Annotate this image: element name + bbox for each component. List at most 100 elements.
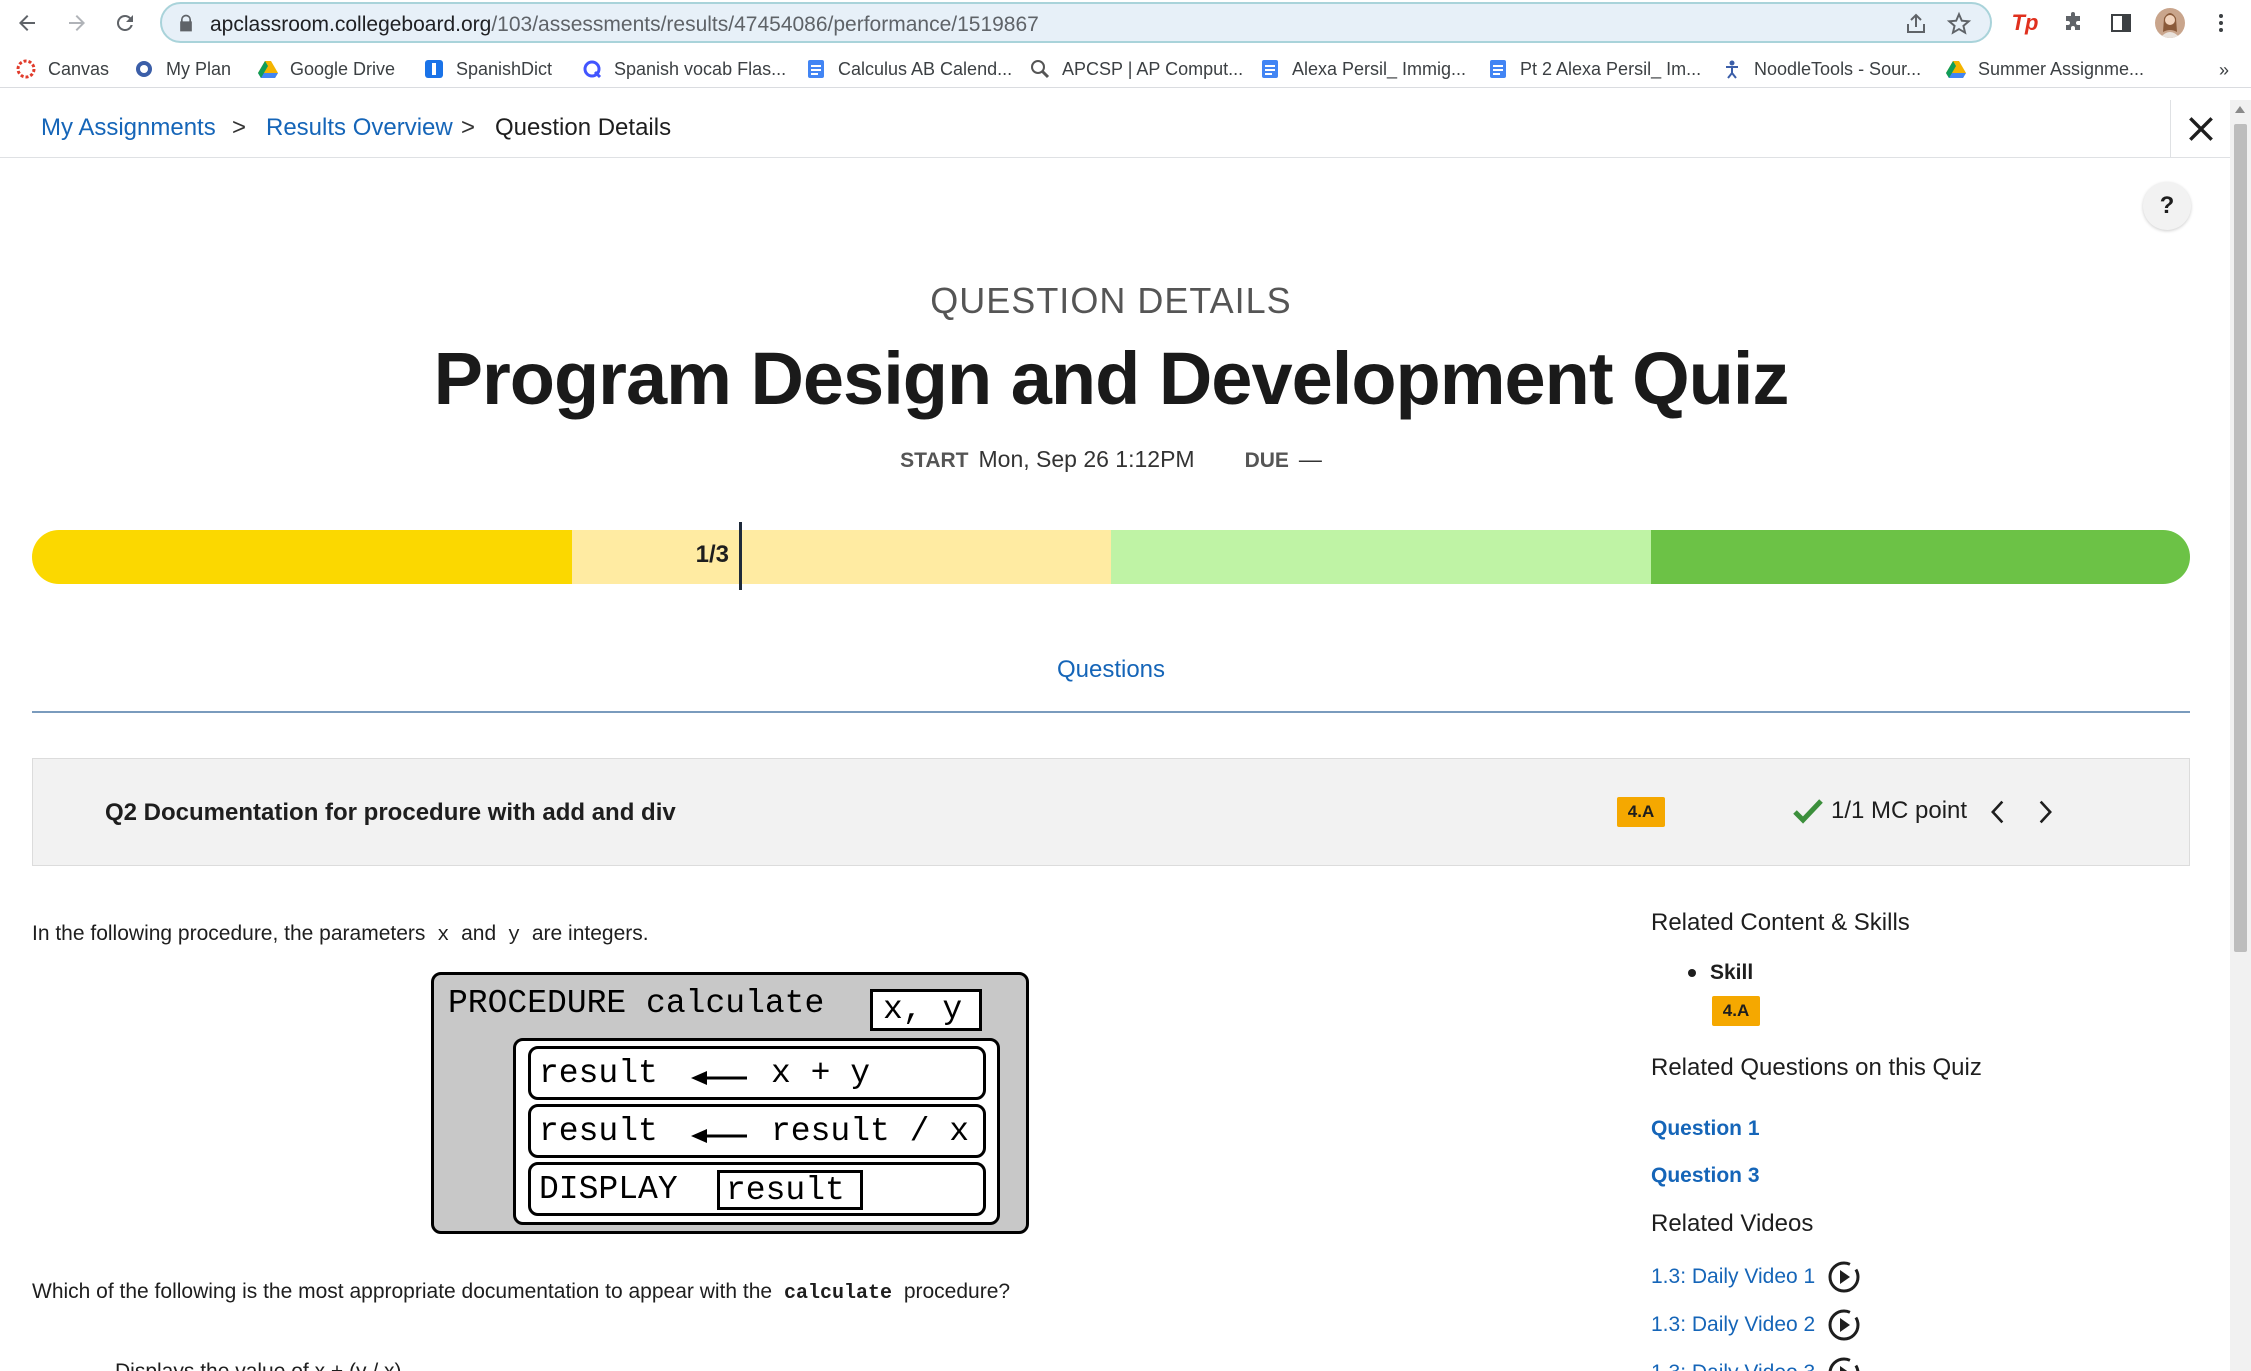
next-question-button[interactable]: [2030, 795, 2060, 829]
related-questions-heading: Related Questions on this Quiz: [1651, 1054, 1982, 1081]
bookmark-noodletools[interactable]: NoodleTools - Sour...: [1722, 56, 1921, 82]
back-button[interactable]: [10, 6, 44, 40]
bookmark-canvas[interactable]: Canvas: [16, 56, 109, 82]
statement-assign-1: result x + y: [528, 1046, 986, 1100]
start-value: Mon, Sep 26 1:12PM: [978, 446, 1195, 472]
forward-button[interactable]: [60, 6, 94, 40]
assign-target: result: [539, 1055, 658, 1092]
prompt-text: procedure?: [903, 1280, 1011, 1303]
close-icon: [2188, 117, 2213, 141]
breadcrumb-my-assignments[interactable]: My Assignments: [41, 114, 216, 142]
apcsp-icon: [1031, 60, 1050, 79]
arrow-left-icon: [19, 15, 35, 31]
bookmark-label: Canvas: [48, 58, 110, 79]
reload-icon: [116, 14, 133, 31]
bookmark-spanishdict[interactable]: SpanishDict: [424, 56, 552, 82]
performance-bar: [32, 530, 2190, 584]
related-video-link-2[interactable]: 1.3: Daily Video 2: [1651, 1308, 1861, 1342]
assign-expression: result / x: [771, 1113, 970, 1150]
breadcrumb-question-details: Question Details: [495, 114, 672, 141]
answer-option-partial[interactable]: Displays the value of x + (y / x): [115, 1360, 402, 1371]
bookmark-alexa-immig[interactable]: Alexa Persil_ Immig...: [1260, 56, 1466, 82]
reload-button[interactable]: [108, 6, 142, 40]
help-button[interactable]: ?: [2143, 182, 2191, 230]
browser-menu-icon[interactable]: [2206, 8, 2236, 38]
related-question-link-3[interactable]: Question 3: [1651, 1164, 1760, 1188]
share-icon[interactable]: [1904, 12, 1928, 36]
tab-bar: Questions: [32, 648, 2190, 713]
due-value: —: [1298, 446, 1322, 472]
procedure-name: calculate: [646, 985, 825, 1022]
display-argument: result: [717, 1170, 863, 1210]
profile-avatar[interactable]: [2155, 8, 2185, 38]
prompt-text: Which of the following is the most appro…: [32, 1280, 773, 1303]
statement-display: DISPLAY result: [528, 1162, 986, 1216]
play-circle-icon: [1828, 1309, 1860, 1341]
page-scrollbar[interactable]: [2230, 100, 2251, 1371]
scroll-up-arrow-icon[interactable]: [2235, 106, 2245, 113]
related-video-link-1[interactable]: 1.3: Daily Video 1: [1651, 1260, 1861, 1294]
bookmark-label: My Plan: [166, 58, 232, 79]
play-circle-icon: [1828, 1261, 1860, 1293]
related-question-link-1[interactable]: Question 1: [1651, 1117, 1760, 1141]
side-panel-icon[interactable]: [2106, 8, 2136, 38]
bullet-icon: [1688, 969, 1696, 977]
statement-assign-2: result result / x: [528, 1104, 986, 1158]
breadcrumb-results-overview[interactable]: Results Overview: [266, 114, 453, 142]
myplan-icon: [136, 61, 152, 77]
related-videos-heading: Related Videos: [1651, 1210, 1814, 1237]
chevron-left-icon: [1991, 800, 2004, 824]
play-circle-icon: [1828, 1357, 1860, 1371]
video-label: 1.3: Daily Video 1: [1651, 1265, 1816, 1288]
canvas-icon: [16, 59, 36, 79]
bookmark-my-plan[interactable]: My Plan: [134, 56, 231, 82]
related-video-link-3[interactable]: 1.3: Daily Video 3: [1651, 1356, 1861, 1371]
tab-questions[interactable]: Questions: [32, 656, 2190, 684]
spanishdict-icon: [425, 60, 443, 78]
param-x: x: [437, 924, 450, 947]
address-bar[interactable]: apclassroom.collegeboard.org/103/assessm…: [160, 2, 1992, 43]
procedure-name-inline: calculate: [783, 1282, 892, 1305]
assign-target: result: [539, 1113, 658, 1150]
arrow-right-icon: [69, 15, 85, 31]
performance-segment-1: [32, 530, 572, 584]
quizlet-icon: [583, 60, 602, 79]
assign-expression: x + y: [771, 1055, 871, 1092]
bookmark-quizlet[interactable]: Spanish vocab Flas...: [582, 56, 786, 82]
bookmark-calculus-calendar[interactable]: Calculus AB Calend...: [806, 56, 1012, 82]
bookmark-label: Alexa Persil_ Immig...: [1292, 58, 1467, 79]
url-text: apclassroom.collegeboard.org/103/assessm…: [210, 13, 1039, 37]
bookmark-label: SpanishDict: [456, 58, 553, 79]
prompt-text: In the following procedure, the paramete…: [32, 922, 426, 945]
procedure-keyword: PROCEDURE: [448, 985, 627, 1022]
bookmark-summer-assignment[interactable]: Summer Assignme...: [1946, 56, 2144, 82]
breadcrumb-separator: >: [232, 114, 247, 141]
breadcrumb-separator: >: [461, 114, 476, 141]
assignment-dates: START Mon, Sep 26 1:12PM DUE —: [0, 446, 2222, 473]
bookmark-star-icon[interactable]: [1946, 11, 1972, 37]
question-header: Q2 Documentation for procedure with add …: [32, 758, 2190, 866]
bookmark-alexa-pt2[interactable]: Pt 2 Alexa Persil_ Im...: [1488, 56, 1701, 82]
scroll-thumb[interactable]: [2234, 124, 2247, 952]
bookmark-label: Calculus AB Calend...: [838, 58, 1013, 79]
turnitin-extension-icon[interactable]: Tp: [2010, 8, 2040, 38]
bookmark-label: Pt 2 Alexa Persil_ Im...: [1520, 58, 1702, 79]
noodletools-icon: [1726, 60, 1738, 79]
extensions-puzzle-icon[interactable]: [2058, 8, 2088, 38]
previous-question-button[interactable]: [1983, 795, 2013, 829]
extension-tp-label: Tp: [2011, 10, 2039, 35]
bookmark-apcsp[interactable]: APCSP | AP Comput...: [1030, 56, 1243, 82]
skill-badge: 4.A: [1617, 797, 1665, 827]
close-button[interactable]: [2170, 100, 2230, 158]
bookmark-label: Google Drive: [290, 58, 396, 79]
google-drive-icon: [1946, 61, 1966, 78]
question-title: Q2 Documentation for procedure with add …: [105, 799, 676, 826]
question-stem: Which of the following is the most appro…: [32, 1280, 1010, 1305]
bookmark-label: NoodleTools - Sour...: [1754, 58, 1922, 79]
procedure-body: result x + y result result / x DISPLAY r…: [513, 1038, 1000, 1225]
bookmark-google-drive[interactable]: Google Drive: [258, 56, 395, 82]
prompt-text: and: [461, 922, 497, 945]
procedure-params: x, y: [870, 989, 982, 1031]
bookmarks-overflow-button[interactable]: »: [2219, 60, 2229, 81]
score-text: 1/1 MC point: [1831, 797, 1968, 824]
